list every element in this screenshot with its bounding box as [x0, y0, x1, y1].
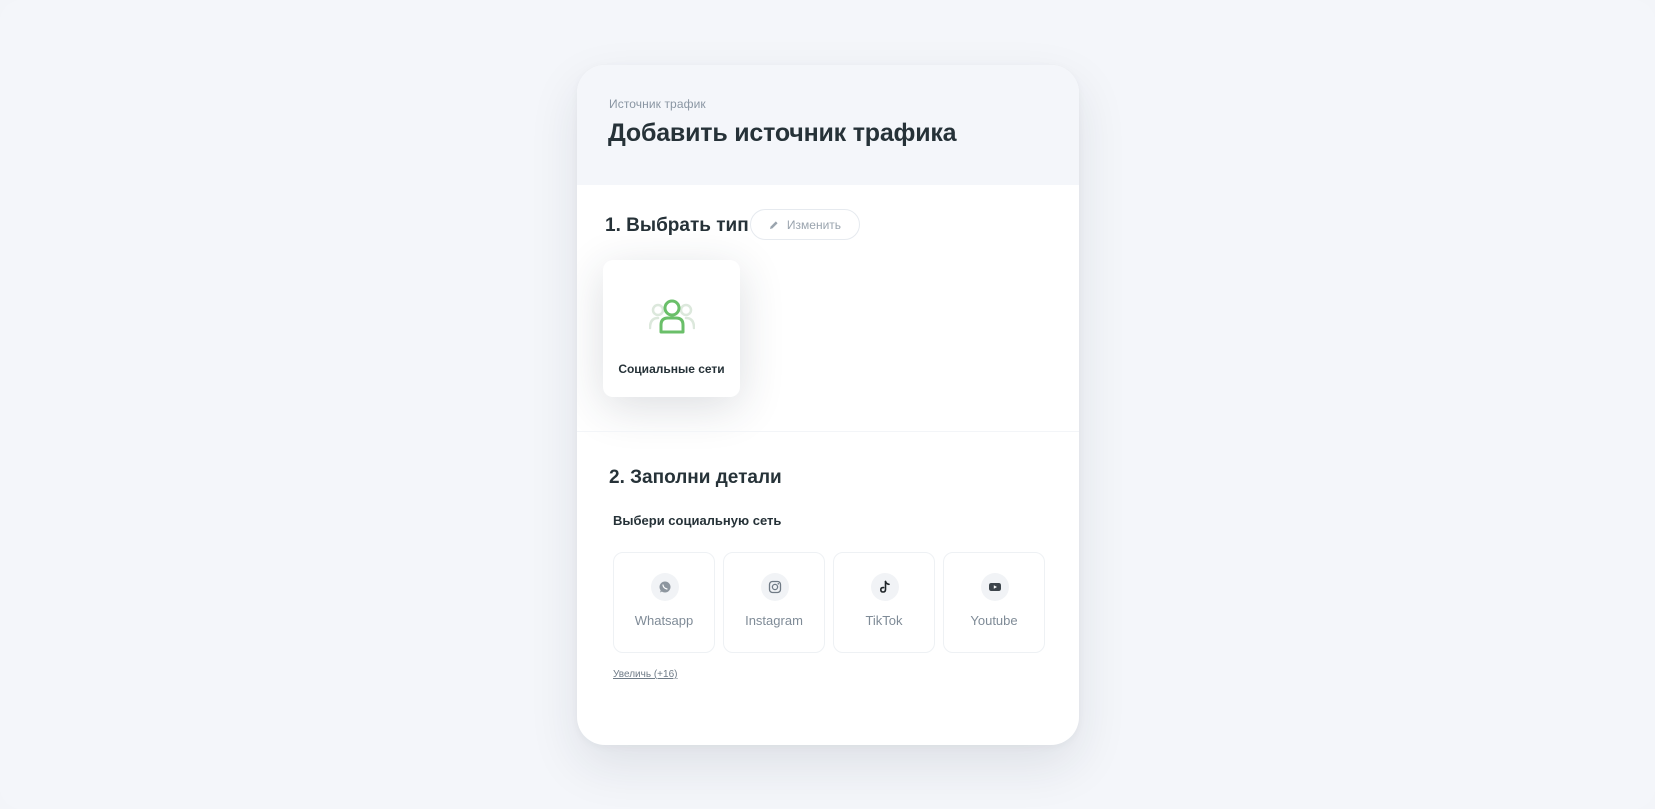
- section-divider: [577, 431, 1079, 432]
- type-card-social-networks[interactable]: Социальные сети: [603, 260, 740, 397]
- whatsapp-icon: [651, 573, 679, 601]
- edit-type-button[interactable]: Изменить: [750, 209, 860, 240]
- show-more-link[interactable]: Увеличь (+16): [613, 669, 677, 680]
- type-card-label: Социальные сети: [618, 362, 725, 376]
- network-card-instagram[interactable]: Instagram: [723, 552, 825, 653]
- edit-type-label: Изменить: [786, 217, 842, 232]
- social-network-grid: Whatsapp Instagram TikTok Youtube: [613, 552, 1045, 653]
- breadcrumb[interactable]: Источник трафик: [609, 97, 706, 111]
- page-title: Добавить источник трафика: [608, 119, 957, 147]
- page-background: Источник трафик Добавить источник трафик…: [0, 0, 1655, 809]
- instagram-icon: [761, 573, 789, 601]
- modal-header: Источник трафик Добавить источник трафик…: [577, 65, 1079, 185]
- pencil-icon: [769, 220, 779, 230]
- network-card-label: Whatsapp: [634, 613, 694, 628]
- network-card-tiktok[interactable]: TikTok: [833, 552, 935, 653]
- step2-title: 2. Заполни детали: [609, 467, 782, 488]
- add-traffic-source-modal: Источник трафик Добавить источник трафик…: [577, 65, 1079, 745]
- social-network-field-label: Выбери социальную сеть: [613, 513, 782, 528]
- network-card-label: TikTok: [865, 613, 903, 628]
- tiktok-icon: [871, 573, 899, 601]
- users-icon: [648, 298, 696, 336]
- network-card-whatsapp[interactable]: Whatsapp: [613, 552, 715, 653]
- network-card-youtube[interactable]: Youtube: [943, 552, 1045, 653]
- network-card-label: Youtube: [970, 613, 1018, 628]
- step1-title: 1. Выбрать тип: [605, 215, 749, 236]
- network-card-label: Instagram: [745, 613, 803, 628]
- youtube-icon: [981, 573, 1009, 601]
